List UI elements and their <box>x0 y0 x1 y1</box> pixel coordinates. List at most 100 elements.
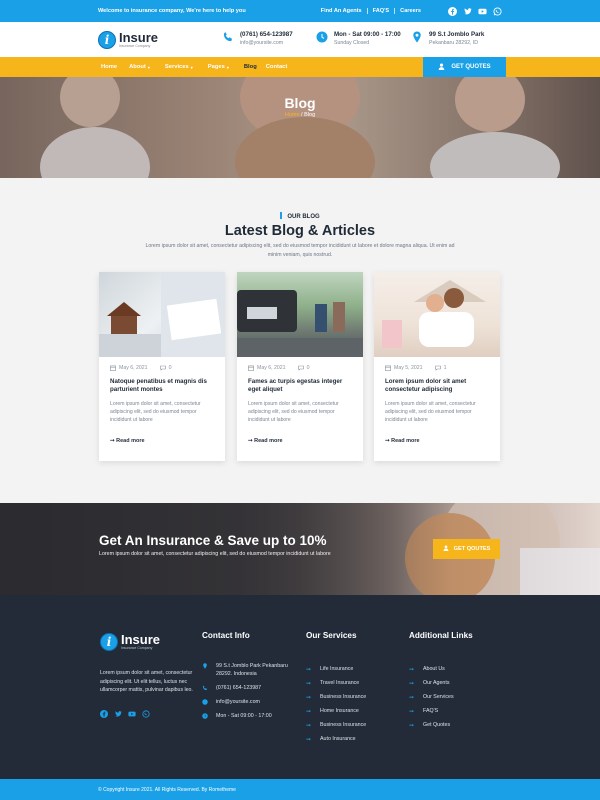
arrow-right-icon: ➞ <box>409 694 415 701</box>
facebook-icon[interactable] <box>448 6 457 16</box>
blog-section: OUR BLOG Latest Blog & Articles Lorem ip… <box>0 178 600 503</box>
footer-hours: Mon - Sat 09:00 - 17:00 <box>216 713 272 719</box>
site-logo[interactable]: i Insure Insurance Company <box>98 29 159 49</box>
breadcrumb: Home / Blog <box>284 112 316 118</box>
header-phone[interactable]: (0761) 654-123987 <box>240 30 293 39</box>
footer-service-link[interactable]: ➞ Travel Insurance <box>306 676 366 690</box>
section-title: Latest Blog & Articles <box>224 223 376 239</box>
footer-link[interactable]: ➞ FAQ'S <box>409 704 473 718</box>
post-date: May 6, 2021 <box>110 365 148 371</box>
calendar-icon <box>385 365 391 371</box>
header-address: 99 S.t Jomblo Park <box>429 31 485 38</box>
user-icon <box>438 63 445 72</box>
post-comments: 0 <box>297 365 309 371</box>
footer-about-text: Lorem ipsum dolor sit amet, consectetur … <box>100 670 193 694</box>
user-icon <box>443 545 449 553</box>
post-title[interactable]: Natoque penatibus et magnis dis parturie… <box>110 378 218 394</box>
footer-address: 99 S.t Jomblo Park Pekanbaru 28292. Indo… <box>216 663 288 677</box>
footer-service-link[interactable]: ➞ Auto Insurance <box>306 732 366 746</box>
arrow-right-icon: ➞ <box>409 722 415 729</box>
post-date: May 6, 2021 <box>248 365 286 371</box>
top-links: Find An Agents FAQ'S Careers <box>316 8 426 14</box>
arrow-right-icon: ➞ <box>306 722 312 729</box>
main-nav: Home About ▾ Services ▾ Pages ▾ Blog Contac… <box>0 57 600 77</box>
map-pin-icon <box>203 663 207 669</box>
footer-service-link[interactable]: ➞ Business Insurance <box>306 690 366 704</box>
get-quotes-button[interactable]: GET QUOTES <box>423 57 506 77</box>
blog-card-image[interactable] <box>237 272 363 357</box>
nav-blog[interactable]: Blog <box>244 64 257 70</box>
welcome-text: Welcome to insurance company, We're here… <box>98 8 246 14</box>
arrow-right-icon: ➞ <box>306 680 312 687</box>
cta-subtext: Lorem ipsum dolor sit amet, consectetur … <box>99 551 331 557</box>
post-excerpt: Lorem ipsum dolor sit amet, consectetur … <box>385 401 476 424</box>
nav-home[interactable]: Home <box>101 64 117 70</box>
nav-pages[interactable]: Pages ▾ <box>208 64 229 70</box>
footer-link[interactable]: ➞ About Us <box>409 662 473 676</box>
whatsapp-icon[interactable] <box>493 6 502 16</box>
phone-icon <box>202 685 207 691</box>
cta-banner: Get An Insurance & Save up to 10% Lorem … <box>0 503 600 595</box>
arrow-right-icon: ➞ <box>409 680 415 687</box>
footer-service-link[interactable]: ➞ Business Insurance <box>306 718 366 732</box>
page-hero: Blog Home / Blog <box>0 77 600 178</box>
blog-card[interactable]: May 6, 2021 0 Natoque penatibus et magni… <box>99 272 225 461</box>
blog-card[interactable]: May 6, 2021 0 Fames ac turpis egestas in… <box>237 272 363 461</box>
footer-logo[interactable]: i Insure Insurance Company <box>100 633 205 651</box>
post-title[interactable]: Fames ac turpis egestas integer eget ali… <box>248 378 356 394</box>
map-pin-icon <box>410 30 423 43</box>
copyright-text: © Copyright Insure 2021. All Rights Rese… <box>98 787 236 793</box>
facebook-icon[interactable] <box>100 705 108 723</box>
comment-icon <box>297 365 304 371</box>
header-email[interactable]: info@yoursite.com <box>240 39 293 47</box>
post-date: May 5, 2021 <box>385 365 423 371</box>
breadcrumb-home[interactable]: Home <box>285 112 300 118</box>
arrow-right-icon: ➞ <box>306 666 312 673</box>
youtube-icon[interactable] <box>478 7 487 16</box>
post-comments: 1 <box>434 365 446 371</box>
cta-quotes-button[interactable]: GET QOUTES <box>433 539 500 559</box>
header-hours-info: Mon - Sat 09:00 - 17:00 Sunday Closed <box>315 30 401 47</box>
top-link-find-agents[interactable]: Find An Agents <box>316 8 367 14</box>
clock-icon <box>315 30 328 43</box>
blog-card[interactable]: May 5, 2021 1 Lorem ipsum dolor sit amet… <box>374 272 500 461</box>
header-closed: Sunday Closed <box>334 40 370 46</box>
footer-service-link[interactable]: ➞ Life Insurance <box>306 662 366 676</box>
top-link-careers[interactable]: Careers <box>394 8 426 14</box>
header-hours: Mon - Sat 09:00 - 17:00 <box>334 31 401 38</box>
footer-email[interactable]: info@yoursite.com <box>216 698 260 706</box>
read-more-link[interactable]: ➞ Read more <box>248 438 283 444</box>
blog-card-image[interactable] <box>374 272 500 357</box>
blog-card-image[interactable] <box>99 272 225 357</box>
read-more-link[interactable]: ➞ Read more <box>110 438 145 444</box>
twitter-icon[interactable] <box>114 705 122 723</box>
email-icon <box>202 699 208 705</box>
nav-services[interactable]: Services ▾ <box>165 64 193 70</box>
footer-phone[interactable]: (0761) 654-123987 <box>216 684 261 692</box>
whatsapp-icon[interactable] <box>142 705 150 723</box>
breadcrumb-current: Blog <box>304 112 316 118</box>
nav-about[interactable]: About ▾ <box>129 64 150 70</box>
footer-services: Our Services ➞ Life Insurance ➞ Travel Ins… <box>306 631 366 746</box>
footer-link[interactable]: ➞ Our Agents <box>409 676 473 690</box>
chevron-down-icon: ▾ <box>190 64 193 70</box>
arrow-right-icon: ➞ <box>306 708 312 715</box>
footer-about: i Insure Insurance Company Lorem ipsum d… <box>100 633 205 723</box>
post-comments: 0 <box>159 365 171 371</box>
footer-link[interactable]: ➞ Our Services <box>409 690 473 704</box>
site-footer: i Insure Insurance Company Lorem ipsum d… <box>0 595 600 779</box>
post-title[interactable]: Lorem ipsum dolor sit amet consectetur a… <box>385 378 493 394</box>
footer-services-title: Our Services <box>306 631 357 640</box>
comment-icon <box>434 365 441 371</box>
footer-service-link[interactable]: ➞ Home Insurance <box>306 704 366 718</box>
twitter-icon[interactable] <box>463 7 472 16</box>
read-more-link[interactable]: ➞ Read more <box>385 438 420 444</box>
site-header: i Insure Insurance Company (0761) 654-12… <box>0 22 600 57</box>
footer-link[interactable]: ➞ Get Quotes <box>409 718 473 732</box>
chevron-down-icon: ▾ <box>226 64 229 70</box>
logo-mark: i <box>100 633 118 651</box>
logo-name: Insure <box>119 29 159 45</box>
top-link-faqs[interactable]: FAQ'S <box>366 8 395 14</box>
youtube-icon[interactable] <box>128 705 136 723</box>
nav-contact[interactable]: Contact <box>266 64 288 70</box>
